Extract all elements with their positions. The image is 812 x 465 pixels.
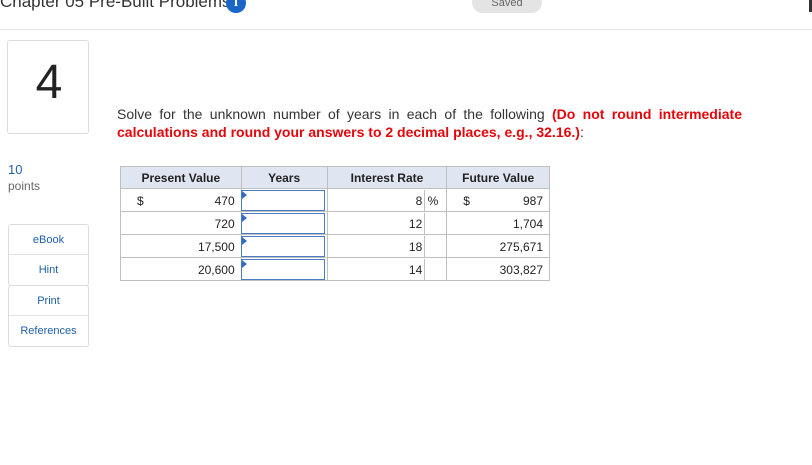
table-row: 17,500 18 275,671 xyxy=(120,234,550,258)
interest-rate: 14 xyxy=(408,262,423,277)
question-prompt-end: : xyxy=(579,124,584,140)
table-row: 720 12 1,704 xyxy=(120,211,550,235)
ebook-button[interactable]: eBook xyxy=(9,225,88,255)
future-value: 1,704 xyxy=(512,216,543,231)
table-row: $ 470 8 % $ 987 xyxy=(120,188,550,212)
chapter-title: Chapter 05 Pre-Built Problems xyxy=(0,0,231,11)
future-value: 987 xyxy=(522,193,543,208)
table-header-row: Present Value Years Interest Rate Future… xyxy=(120,166,550,189)
present-value: 470 xyxy=(214,193,235,208)
question-number: 4 xyxy=(35,56,63,109)
interest-rate-cell: 14 xyxy=(326,257,448,281)
saved-status-badge: Saved xyxy=(472,0,542,13)
input-flag-icon xyxy=(241,236,247,245)
interest-rate: 18 xyxy=(408,239,423,254)
interest-rate: 8 xyxy=(415,193,423,208)
print-reference-group: Print References xyxy=(8,285,89,347)
years-input[interactable] xyxy=(240,235,325,257)
present-value-cell: 720 xyxy=(120,211,242,235)
present-value: 720 xyxy=(214,216,235,231)
future-value-cell: $ 987 xyxy=(446,188,550,212)
interest-rate-cell: 18 xyxy=(326,234,448,258)
top-bar: Chapter 05 Pre-Built Problems i Saved xyxy=(0,0,812,30)
points-value: 10 xyxy=(8,162,23,177)
header-future-value: Future Value xyxy=(446,166,550,189)
input-flag-icon xyxy=(241,190,247,199)
years-cell xyxy=(240,257,328,281)
header-years: Years xyxy=(240,166,328,189)
header-interest-rate: Interest Rate xyxy=(326,166,448,189)
print-button[interactable]: Print xyxy=(9,286,88,316)
present-value: 17,500 xyxy=(197,239,235,254)
header-present-value: Present Value xyxy=(120,166,242,189)
rate-divider xyxy=(424,189,426,211)
input-flag-icon xyxy=(241,213,247,222)
future-value: 275,671 xyxy=(499,239,543,254)
percent-symbol: % xyxy=(427,193,439,208)
interest-rate: 12 xyxy=(408,216,423,231)
currency-symbol: $ xyxy=(137,193,144,208)
future-value: 303,827 xyxy=(499,262,543,277)
rate-divider xyxy=(424,212,426,234)
future-value-cell: 303,827 xyxy=(446,257,550,281)
question-prompt: Solve for the unknown number of years in… xyxy=(117,106,545,122)
currency-symbol: $ xyxy=(463,193,470,208)
question-number-box: 4 xyxy=(7,40,89,134)
resource-button-group: eBook Hint xyxy=(8,224,89,286)
rate-divider xyxy=(424,258,426,280)
interest-rate-cell: 12 xyxy=(326,211,448,235)
question-text: Solve for the unknown number of years in… xyxy=(117,105,742,141)
years-cell xyxy=(240,211,328,235)
answer-table: Present Value Years Interest Rate Future… xyxy=(120,166,550,281)
hint-button[interactable]: Hint xyxy=(9,255,88,285)
years-input[interactable] xyxy=(240,258,325,280)
future-value-cell: 275,671 xyxy=(446,234,550,258)
references-button[interactable]: References xyxy=(9,316,88,346)
present-value-cell: 20,600 xyxy=(120,257,242,281)
present-value: 20,600 xyxy=(197,262,235,277)
years-input[interactable] xyxy=(240,189,325,211)
interest-rate-cell: 8 % xyxy=(326,188,448,212)
years-cell xyxy=(240,234,328,258)
input-flag-icon xyxy=(241,259,247,268)
years-input[interactable] xyxy=(240,212,325,234)
rate-divider xyxy=(424,235,426,257)
present-value-cell: 17,500 xyxy=(120,234,242,258)
future-value-cell: 1,704 xyxy=(446,211,550,235)
table-row: 20,600 14 303,827 xyxy=(120,257,550,281)
present-value-cell: $ 470 xyxy=(120,188,242,212)
years-cell xyxy=(240,188,328,212)
points-label: points xyxy=(8,179,41,193)
